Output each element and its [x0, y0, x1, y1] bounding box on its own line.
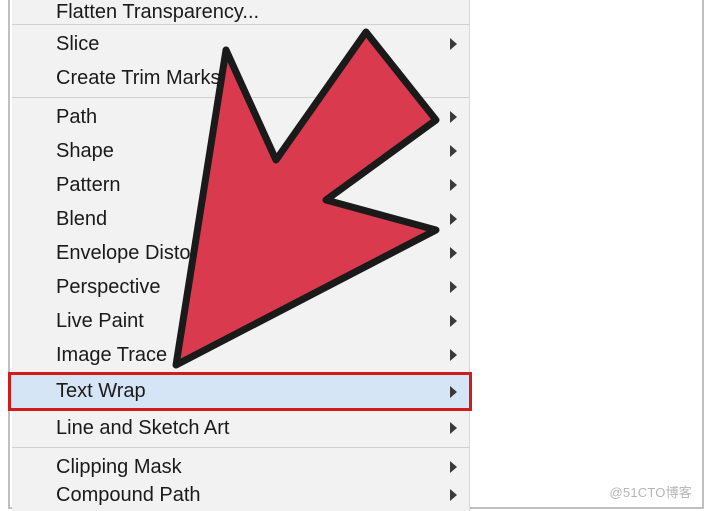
submenu-arrow-icon [450, 111, 457, 123]
menu-item-text-wrap[interactable]: Text Wrap [8, 372, 469, 411]
menu-item-label: Slice [56, 33, 99, 56]
dropdown-menu: Flatten Transparency... Slice Create Tri… [12, 0, 470, 511]
menu-item-live-paint[interactable]: Live Paint [12, 304, 469, 338]
menu-item-shape[interactable]: Shape [12, 134, 469, 168]
submenu-arrow-icon [450, 349, 457, 361]
menu-item-create-trim-marks[interactable]: Create Trim Marks [12, 61, 469, 95]
submenu-arrow-icon [450, 145, 457, 157]
submenu-arrow-icon [450, 38, 457, 50]
menu-item-pattern[interactable]: Pattern [12, 168, 469, 202]
submenu-arrow-icon [450, 179, 457, 191]
menu-item-label: Text Wrap [56, 380, 146, 403]
highlight-border [469, 372, 472, 411]
menu-item-label: Flatten Transparency... [56, 2, 259, 22]
menu-item-flatten-transparency[interactable]: Flatten Transparency... [12, 2, 469, 22]
menu-item-label: Line and Sketch Art [56, 417, 229, 440]
menu-item-label: Clipping Mask [56, 456, 182, 479]
menu-item-label: Live Paint [56, 310, 144, 333]
menu-item-image-trace[interactable]: Image Trace [12, 338, 469, 372]
submenu-arrow-icon [450, 247, 457, 259]
menu-item-path[interactable]: Path [12, 100, 469, 134]
menu-item-blend[interactable]: Blend [12, 202, 469, 236]
menu-group: Flatten Transparency... [12, 0, 469, 24]
menu-item-line-and-sketch-art[interactable]: Line and Sketch Art [12, 411, 469, 445]
watermark-text: @51CTO博客 [610, 482, 692, 501]
submenu-arrow-icon [450, 461, 457, 473]
menu-group: Slice Create Trim Marks [12, 24, 469, 97]
menu-item-envelope-distort[interactable]: Envelope Distort [12, 236, 469, 270]
menu-group: Path Shape Pattern Blend Envelope Distor… [12, 97, 469, 447]
submenu-arrow-icon [450, 315, 457, 327]
submenu-arrow-icon [450, 386, 457, 398]
menu-item-label: Envelope Distort [56, 242, 203, 265]
menu-item-label: Image Trace [56, 344, 167, 367]
menu-group: Clipping Mask Compound Path [12, 447, 469, 508]
menu-item-clipping-mask[interactable]: Clipping Mask [12, 450, 469, 484]
submenu-arrow-icon [450, 281, 457, 293]
menu-item-label: Create Trim Marks [56, 67, 220, 90]
menu-item-perspective[interactable]: Perspective [12, 270, 469, 304]
menu-item-label: Compound Path [56, 484, 201, 506]
menu-item-label: Pattern [56, 174, 120, 197]
menu-item-label: Perspective [56, 276, 161, 299]
submenu-arrow-icon [450, 489, 457, 501]
menu-item-label: Blend [56, 208, 107, 231]
menu-item-compound-path[interactable]: Compound Path [12, 484, 469, 506]
menu-item-label: Shape [56, 140, 114, 163]
menu-item-label: Path [56, 106, 97, 129]
submenu-arrow-icon [450, 422, 457, 434]
menu-item-slice[interactable]: Slice [12, 27, 469, 61]
submenu-arrow-icon [450, 213, 457, 225]
